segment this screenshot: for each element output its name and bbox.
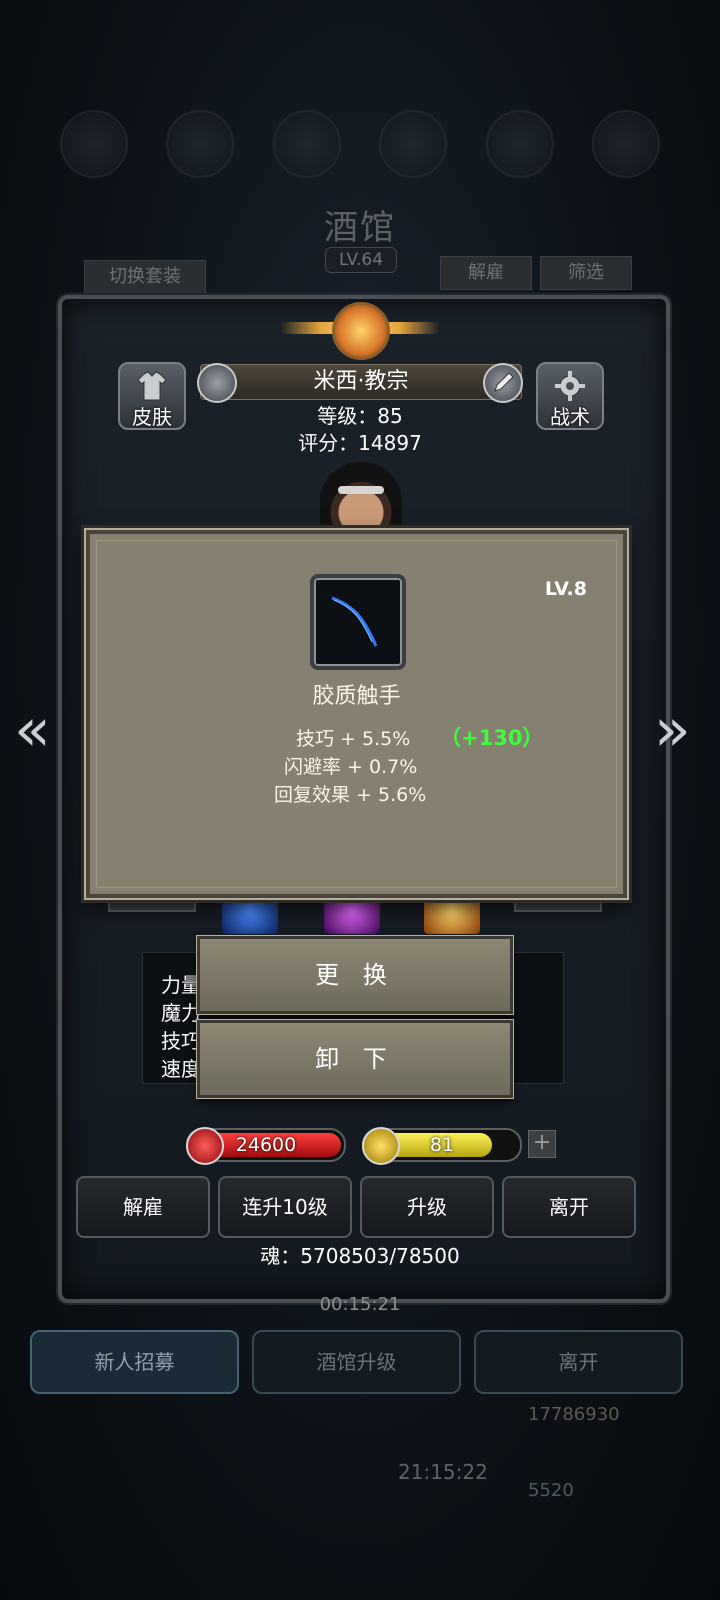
tab-new-recruit[interactable]: 新人招募 [30,1330,239,1394]
attr-strength: 力量 [161,973,201,997]
tab-leave[interactable]: 离开 [474,1330,683,1394]
shirt-icon [137,371,167,401]
gold-amount: 17786930 [528,1404,620,1425]
filter-button[interactable]: 筛选 [540,256,632,290]
prev-hero-arrow-icon[interactable]: « [14,700,54,760]
gem-amount: 5520 [528,1480,574,1501]
attr-speed: 速度 [161,1057,201,1081]
item-bonus: （+130） [440,726,544,750]
gear-icon [555,371,585,401]
hp-bar: 24600 [186,1127,346,1165]
hero-level: 等级：85 [317,404,403,428]
hp-value: 24600 [235,1134,297,1156]
item-level: LV.8 [544,578,587,600]
recruit-timer: 00:15:21 [319,1294,401,1315]
tab-tavern-upgrade[interactable]: 酒馆升级 [252,1330,461,1394]
energy-bar: 81 [362,1127,522,1165]
remove-button[interactable]: 卸 下 [197,1020,513,1098]
menu-orb-icon [166,110,235,178]
next-hero-arrow-icon[interactable]: » [654,700,694,760]
dismiss-button[interactable]: 解雇 [76,1176,210,1238]
level-up-10-button[interactable]: 连升10级 [218,1176,352,1238]
menu-orb-icon [591,110,660,178]
dismiss-top-button[interactable]: 解雇 [440,256,532,290]
tavern-level: LV.64 [325,247,397,273]
menu-orb-icon [485,110,554,178]
attr-magic: 魔力 [161,1001,201,1025]
game-clock: 21:15:22 [398,1460,488,1484]
item-detail-popup: LV.8 胶质触手 技巧 + 5.5% （+130） 闪避率 + 0.7% 回复… [86,530,627,898]
edit-name-button[interactable] [483,363,523,403]
tentacle-item-icon [310,574,406,670]
energy-value: 81 [429,1134,455,1156]
replace-button[interactable]: 更 换 [197,936,513,1014]
add-energy-button[interactable]: + [528,1130,556,1158]
item-stat-3: 回复效果 + 5.6% [274,784,427,806]
attr-skill: 技巧 [161,1029,201,1053]
hero-name: 米西·教宗 [313,369,409,394]
golden-emblem-icon [270,300,450,360]
soul-counter: 魂：5708503/78500 [260,1244,460,1268]
item-stat-1: 技巧 + 5.5% [296,728,411,750]
hero-score: 评分：14897 [298,431,422,455]
item-name: 胶质触手 [312,684,401,709]
menu-orb-icon [60,110,128,178]
menu-orb-icon [272,110,341,178]
hero-name-bar: 米西·教宗 [197,363,523,403]
leave-button[interactable]: 离开 [502,1176,636,1238]
upgrade-button[interactable]: 升级 [360,1176,494,1238]
menu-orb-icon [379,110,448,178]
top-icon-row [60,110,660,180]
item-stat-2: 闪避率 + 0.7% [284,756,418,778]
pencil-icon [494,372,514,392]
hero-portrait [320,462,402,534]
tavern-title: 酒馆 [324,208,396,248]
switch-outfit-button[interactable]: 切换套装 [84,260,206,294]
